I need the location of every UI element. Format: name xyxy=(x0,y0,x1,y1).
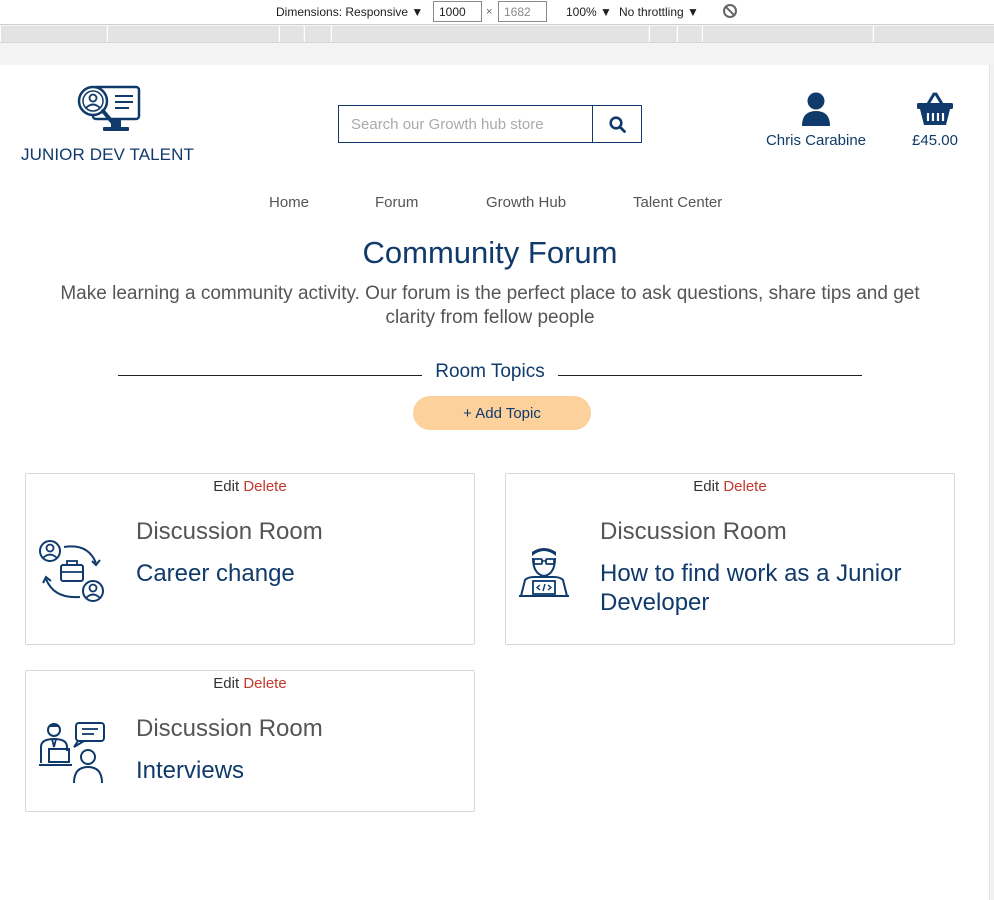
dimensions-dropdown[interactable]: Dimensions: Responsive ▼ xyxy=(276,5,423,19)
search-button[interactable] xyxy=(592,106,641,142)
interview-icon xyxy=(39,722,105,784)
delete-link[interactable]: Delete xyxy=(243,478,286,495)
ruler-segment[interactable] xyxy=(0,26,106,42)
edit-link[interactable]: Edit xyxy=(693,478,719,495)
width-input[interactable]: 1000 xyxy=(433,1,482,22)
site-logo[interactable]: JUNIOR DEV TALENT xyxy=(20,83,195,165)
nav-item-forum[interactable]: Forum xyxy=(375,194,418,211)
ruler-segment[interactable] xyxy=(649,26,676,42)
account-link[interactable]: Chris Carabine xyxy=(756,92,876,149)
basket-total: £45.00 xyxy=(912,132,958,149)
card-actions: Edit Delete xyxy=(26,675,474,692)
ruler-segment[interactable] xyxy=(279,26,303,42)
search-input[interactable] xyxy=(339,106,592,142)
ruler-segment[interactable] xyxy=(331,26,648,42)
account-name: Chris Carabine xyxy=(765,132,867,149)
ruler-segment[interactable] xyxy=(107,26,278,42)
throttling-dropdown[interactable]: No throttling ▼ xyxy=(619,5,699,19)
height-input[interactable]: 1682 xyxy=(498,1,547,22)
viewport-gap xyxy=(0,43,994,65)
dimension-separator: × xyxy=(486,6,493,18)
room-card[interactable]: Edit Delete Discussion Room Career chang… xyxy=(25,473,475,645)
card-actions: Edit Delete xyxy=(506,478,954,495)
main-nav: Home Forum Growth Hub Talent Center xyxy=(0,194,990,214)
basket-link[interactable]: £45.00 xyxy=(900,92,970,149)
room-card[interactable]: Edit Delete Discussion Room How to find … xyxy=(505,473,955,645)
media-query-ruler[interactable] xyxy=(0,26,994,43)
room-label: Discussion Room xyxy=(136,518,323,545)
room-topics-heading: Room Topics xyxy=(118,361,862,385)
edit-link[interactable]: Edit xyxy=(213,675,239,692)
page-title: Community Forum xyxy=(362,235,618,270)
page-subtitle: Make learning a community activity. Our … xyxy=(60,283,920,328)
search-icon xyxy=(608,115,626,133)
edit-link[interactable]: Edit xyxy=(213,478,239,495)
delete-link[interactable]: Delete xyxy=(243,675,286,692)
nav-item-home[interactable]: Home xyxy=(269,194,309,211)
delete-link[interactable]: Delete xyxy=(723,478,766,495)
devtools-toolbar: Dimensions: Responsive ▼ 1000 × 1682 100… xyxy=(0,0,994,25)
rotate-disabled-icon[interactable] xyxy=(723,4,737,18)
card-actions: Edit Delete xyxy=(26,478,474,495)
nav-item-growth-hub[interactable]: Growth Hub xyxy=(486,194,566,211)
user-icon xyxy=(802,92,830,126)
room-label: Discussion Room xyxy=(136,715,323,742)
zoom-dropdown[interactable]: 100% ▼ xyxy=(566,5,612,19)
room-label: Discussion Room xyxy=(600,518,787,545)
ruler-segment[interactable] xyxy=(677,26,701,42)
room-topic-title[interactable]: Interviews xyxy=(136,756,456,785)
ruler-segment[interactable] xyxy=(304,26,330,42)
add-topic-button[interactable]: + Add Topic xyxy=(413,396,591,430)
developer-icon xyxy=(519,548,569,597)
room-card[interactable]: Edit Delete Discussion Room Interviews xyxy=(25,670,475,812)
divider-right xyxy=(558,375,862,376)
search-form xyxy=(338,105,642,143)
nav-item-talent-center[interactable]: Talent Center xyxy=(633,194,722,211)
logo-text: JUNIOR DEV TALENT xyxy=(21,145,194,164)
ruler-segment[interactable] xyxy=(702,26,872,42)
logo-monitor-icon xyxy=(77,85,140,131)
basket-icon xyxy=(917,92,953,125)
room-topics-label: Room Topics xyxy=(435,361,545,382)
room-topic-title[interactable]: Career change xyxy=(136,559,456,588)
page-viewport: JUNIOR DEV TALENT Chris Carabine £45.00 xyxy=(0,65,990,900)
scrollbar[interactable] xyxy=(990,65,994,900)
ruler-segment[interactable] xyxy=(873,26,994,42)
career-change-icon xyxy=(39,540,104,602)
room-topic-title[interactable]: How to find work as a Junior Developer xyxy=(600,559,930,617)
